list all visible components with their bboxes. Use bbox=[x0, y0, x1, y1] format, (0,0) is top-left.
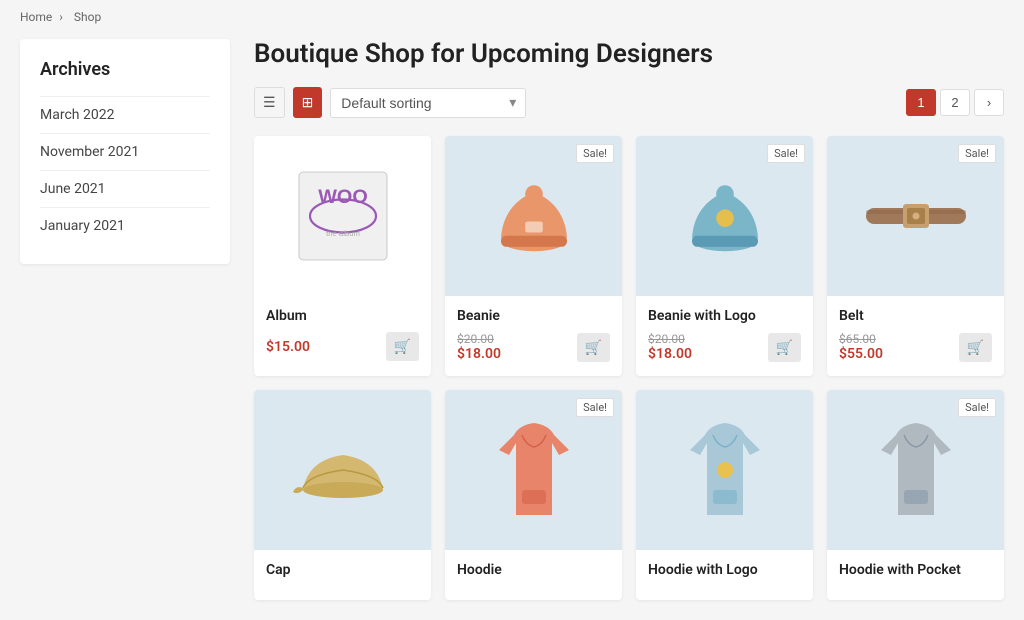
product-prices: $65.00 $55.00 🛒 bbox=[839, 332, 992, 362]
product-price-new: $55.00 bbox=[839, 346, 883, 362]
product-illustration bbox=[479, 161, 589, 271]
add-to-cart-button[interactable]: 🛒 bbox=[768, 333, 801, 362]
sale-badge: Sale! bbox=[958, 398, 996, 417]
product-illustration bbox=[670, 161, 780, 271]
svg-text:WOO: WOO bbox=[318, 186, 367, 208]
product-price-old: $65.00 bbox=[839, 332, 883, 346]
product-card[interactable]: Cap bbox=[254, 390, 431, 600]
product-prices: $15.00 🛒 bbox=[266, 332, 419, 361]
toolbar: ☰ ⊞ Default sortingSort by popularitySor… bbox=[254, 87, 1004, 118]
product-price-old: $20.00 bbox=[457, 332, 501, 346]
sale-badge: Sale! bbox=[958, 144, 996, 163]
sort-select[interactable]: Default sortingSort by popularitySort by… bbox=[330, 88, 526, 118]
product-illustration bbox=[861, 161, 971, 271]
product-info: Hoodie with Pocket bbox=[827, 550, 1004, 600]
product-info: Hoodie bbox=[445, 550, 622, 600]
product-card[interactable]: WOO the album Album $15.00 🛒 bbox=[254, 136, 431, 376]
product-name: Hoodie with Pocket bbox=[839, 562, 992, 578]
sidebar-item-nov-2021[interactable]: November 2021 bbox=[40, 133, 210, 170]
product-name: Cap bbox=[266, 562, 419, 578]
grid-icon: ⊞ bbox=[302, 94, 314, 111]
product-image: Sale! bbox=[827, 390, 1004, 550]
product-info: Cap bbox=[254, 550, 431, 600]
list-view-button[interactable]: ☰ bbox=[254, 87, 285, 118]
product-image: Sale! bbox=[445, 136, 622, 296]
sidebar-title: Archives bbox=[40, 59, 210, 80]
add-to-cart-button[interactable]: 🛒 bbox=[386, 332, 419, 361]
product-info: Beanie $20.00 $18.00 🛒 bbox=[445, 296, 622, 376]
product-image bbox=[636, 390, 813, 550]
product-name: Beanie bbox=[457, 308, 610, 324]
product-image bbox=[254, 390, 431, 550]
product-illustration bbox=[861, 415, 971, 525]
sale-badge: Sale! bbox=[576, 144, 614, 163]
product-prices: $20.00 $18.00 🛒 bbox=[457, 332, 610, 362]
breadcrumb-home[interactable]: Home bbox=[20, 10, 52, 24]
page-btn-1[interactable]: 1 bbox=[906, 89, 936, 116]
product-illustration bbox=[288, 415, 398, 525]
sale-badge: Sale! bbox=[767, 144, 805, 163]
grid-view-button[interactable]: ⊞ bbox=[293, 87, 323, 118]
main-content: Boutique Shop for Upcoming Designers ☰ ⊞… bbox=[254, 39, 1004, 600]
product-illustration bbox=[479, 415, 589, 525]
product-image: Sale! bbox=[636, 136, 813, 296]
sidebar: Archives March 2022November 2021June 202… bbox=[20, 39, 230, 600]
product-name: Hoodie with Logo bbox=[648, 562, 801, 578]
product-name: Belt bbox=[839, 308, 992, 324]
product-card[interactable]: Sale! Belt $65.00 $55.00 🛒 bbox=[827, 136, 1004, 376]
sidebar-list: March 2022November 2021June 2021January … bbox=[40, 96, 210, 244]
pagination: 12› bbox=[906, 89, 1004, 116]
product-image: Sale! bbox=[445, 390, 622, 550]
product-name: Album bbox=[266, 308, 419, 324]
sidebar-item-march-2022[interactable]: March 2022 bbox=[40, 96, 210, 133]
page-next-button[interactable]: › bbox=[974, 89, 1004, 116]
sale-badge: Sale! bbox=[576, 398, 614, 417]
product-illustration: WOO the album bbox=[288, 161, 398, 271]
toolbar-left: ☰ ⊞ Default sortingSort by popularitySor… bbox=[254, 87, 526, 118]
product-image: Sale! bbox=[827, 136, 1004, 296]
product-card[interactable]: Hoodie with Logo bbox=[636, 390, 813, 600]
product-price-old: $20.00 bbox=[648, 332, 692, 346]
product-info: Beanie with Logo $20.00 $18.00 🛒 bbox=[636, 296, 813, 376]
product-name: Beanie with Logo bbox=[648, 308, 801, 324]
product-card[interactable]: Sale! Beanie with Logo $20.00 $18.00 🛒 bbox=[636, 136, 813, 376]
add-to-cart-button[interactable]: 🛒 bbox=[577, 333, 610, 362]
shop-title: Boutique Shop for Upcoming Designers bbox=[254, 39, 1004, 69]
product-price-new: $18.00 bbox=[457, 346, 501, 362]
product-price-new: $18.00 bbox=[648, 346, 692, 362]
sidebar-item-june-2021[interactable]: June 2021 bbox=[40, 170, 210, 207]
add-to-cart-button[interactable]: 🛒 bbox=[959, 333, 992, 362]
product-info: Hoodie with Logo bbox=[636, 550, 813, 600]
product-prices: $20.00 $18.00 🛒 bbox=[648, 332, 801, 362]
sidebar-item-jan-2021[interactable]: January 2021 bbox=[40, 207, 210, 244]
page-btn-2[interactable]: 2 bbox=[940, 89, 970, 116]
product-grid: WOO the album Album $15.00 🛒 Sale! bbox=[254, 136, 1004, 600]
svg-text:the album: the album bbox=[326, 229, 360, 238]
product-info: Album $15.00 🛒 bbox=[254, 296, 431, 375]
breadcrumb-current: Shop bbox=[74, 10, 101, 24]
breadcrumb: Home › Shop bbox=[20, 10, 1004, 24]
product-card[interactable]: Sale! Beanie $20.00 $18.00 🛒 bbox=[445, 136, 622, 376]
product-name: Hoodie bbox=[457, 562, 610, 578]
product-info: Belt $65.00 $55.00 🛒 bbox=[827, 296, 1004, 376]
product-card[interactable]: Sale! Hoodie bbox=[445, 390, 622, 600]
product-illustration bbox=[670, 415, 780, 525]
product-card[interactable]: Sale! Hoodie with Pocket bbox=[827, 390, 1004, 600]
product-price-single: $15.00 bbox=[266, 339, 310, 355]
product-image: WOO the album bbox=[254, 136, 431, 296]
list-icon: ☰ bbox=[263, 94, 276, 111]
